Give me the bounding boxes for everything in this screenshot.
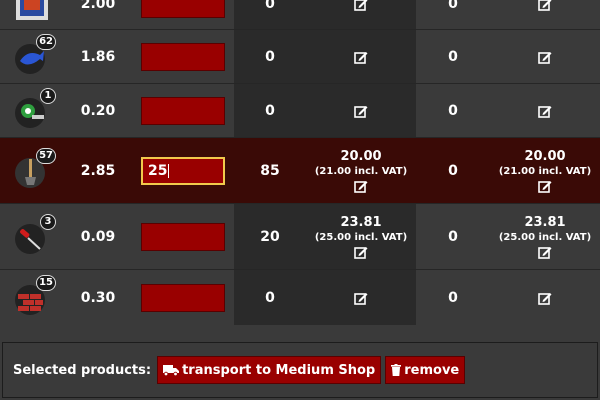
item-cell [0, 0, 64, 29]
table-row-selected: 57 2.85 25 85 20.00 (21.00 incl. VAT) 0 … [0, 138, 600, 204]
other-shop-quantity: 0 [448, 228, 458, 245]
shovel-icon: 57 [14, 147, 56, 189]
edit-price-icon[interactable] [538, 245, 552, 259]
unit-price: 2.85 [80, 162, 116, 179]
stock-badge: 62 [36, 33, 56, 50]
other-shop-quantity: 0 [448, 48, 458, 65]
transport-button[interactable]: transport to Medium Shop [157, 356, 382, 384]
edit-price-icon[interactable] [538, 104, 552, 118]
quantity-input[interactable] [141, 283, 225, 312]
unit-price: 2.00 [80, 0, 116, 12]
item-cell: 3 [0, 204, 64, 269]
remove-button[interactable]: remove [385, 356, 466, 384]
unit-price: 0.09 [80, 228, 116, 245]
shop-quantity: 85 [234, 138, 306, 203]
selected-products-bar: Selected products: transport to Medium S… [2, 342, 598, 398]
table-row: 15 0.30 0 0 [0, 270, 600, 325]
edit-price-icon[interactable] [538, 179, 552, 193]
shop-price: 20.00 [340, 148, 382, 164]
bricks-icon: 15 [14, 274, 56, 316]
other-shop-quantity: 0 [448, 162, 458, 179]
stock-badge: 15 [36, 274, 56, 291]
item-cell: 1 [0, 84, 64, 137]
screwdriver-icon: 3 [14, 213, 56, 255]
table-row: 1 0.20 0 0 [0, 84, 600, 138]
other-shop-price: 20.00 [524, 148, 566, 164]
item-cell: 15 [0, 270, 64, 325]
shop-quantity: 0 [234, 270, 306, 325]
quantity-input[interactable] [141, 42, 225, 71]
truck-icon [163, 365, 180, 376]
other-shop-price-vat: (25.00 incl. VAT) [498, 231, 592, 243]
stock-badge: 1 [40, 87, 56, 104]
quantity-input[interactable]: 25 [141, 156, 225, 185]
blue-fish-icon: 62 [14, 33, 56, 75]
edit-price-icon[interactable] [354, 0, 368, 11]
stock-badge: 57 [36, 147, 56, 164]
other-shop-quantity: 0 [448, 0, 458, 12]
shop-quantity: 20 [234, 204, 306, 269]
product-table: 2.00 0 0 62 1.86 0 0 1 0.20 0 0 57 2.85 … [0, 0, 600, 325]
shop-price: 23.81 [340, 214, 382, 230]
other-shop-quantity: 0 [448, 289, 458, 306]
quantity-input[interactable] [141, 222, 225, 251]
quantity-input[interactable] [141, 96, 225, 125]
edit-price-icon[interactable] [354, 291, 368, 305]
table-row: 2.00 0 0 [0, 0, 600, 30]
edit-price-icon[interactable] [538, 0, 552, 11]
shop-quantity: 0 [234, 0, 306, 29]
transport-button-label: transport to Medium Shop [182, 362, 376, 378]
other-shop-quantity: 0 [448, 102, 458, 119]
quantity-value: 25 [148, 162, 168, 179]
painting-icon [14, 0, 50, 22]
edit-price-icon[interactable] [354, 245, 368, 259]
table-row: 3 0.09 20 23.81 (25.00 incl. VAT) 0 23.8… [0, 204, 600, 270]
unit-price: 0.30 [80, 289, 116, 306]
edit-price-icon[interactable] [354, 50, 368, 64]
text-caret [168, 163, 170, 178]
shop-price-vat: (21.00 incl. VAT) [314, 165, 408, 177]
item-cell: 57 [0, 138, 64, 203]
stock-badge: 3 [40, 213, 56, 230]
edit-price-icon[interactable] [354, 179, 368, 193]
unit-price: 0.20 [80, 102, 116, 119]
unit-price: 1.86 [80, 48, 116, 65]
green-vacuum-icon: 1 [14, 87, 56, 129]
edit-price-icon[interactable] [538, 291, 552, 305]
shop-quantity: 0 [234, 30, 306, 83]
other-shop-price-vat: (21.00 incl. VAT) [498, 165, 592, 177]
edit-price-icon[interactable] [538, 50, 552, 64]
shop-price-vat: (25.00 incl. VAT) [314, 231, 408, 243]
quantity-input[interactable] [141, 0, 225, 18]
remove-button-label: remove [404, 362, 460, 378]
other-shop-price: 23.81 [524, 214, 566, 230]
trash-icon [391, 364, 402, 376]
shop-quantity: 0 [234, 84, 306, 137]
selected-products-label: Selected products: [13, 362, 152, 378]
table-row: 62 1.86 0 0 [0, 30, 600, 84]
edit-price-icon[interactable] [354, 104, 368, 118]
item-cell: 62 [0, 30, 64, 83]
